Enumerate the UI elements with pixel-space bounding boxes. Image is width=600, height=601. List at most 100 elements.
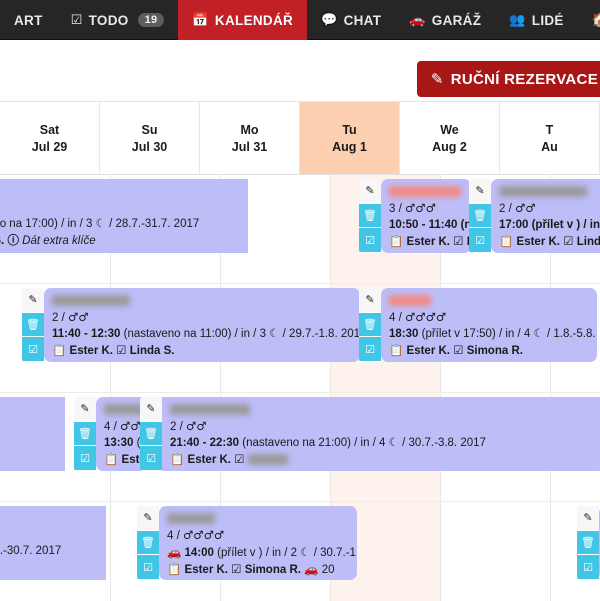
nav-item-kalendar[interactable]: 📅 KALENDÁŘ [178,0,308,40]
check-square-icon[interactable]: ☑ [359,337,381,362]
trash-icon[interactable]: 🗑 [577,530,599,556]
day-of-week: We [440,122,459,137]
trash-icon[interactable]: 🗑 [140,421,162,447]
redacted-guest-name [170,404,250,416]
event-staff: 📋 Ester K. ☑ Simona R. 🚗 20 [167,562,335,576]
day-of-week: Su [141,122,158,137]
event-staff [0,559,98,575]
trash-icon[interactable]: 🗑 [469,203,491,229]
check-square-icon[interactable]: ☑ [577,555,599,580]
users-icon: 👥 [509,12,526,28]
calendar-event[interactable]: ✎ 🗑 ☑ 4 / ♂♂♂♂ 🚗 14:00 (přílet v ) / in … [137,506,357,580]
edit-icon[interactable]: ✎ [137,506,159,531]
event-staff: 📋 Ester K. ☑ Linda S. [52,343,175,357]
calendar-event[interactable]: n / 3 ☾ / 27.7.-30.7. 2017 [0,506,106,580]
redacted-guest-name [389,295,431,307]
calendar-event[interactable]: ✎ 🗑 ☑ 4 / ♂♂♂♂ 18:30 (přílet v 17:50) / … [359,288,597,362]
event-guest-count: 2 / ♂♂ [52,310,89,324]
day-date: Aug 2 [432,139,467,154]
edit-icon[interactable]: ✎ [22,288,44,313]
day-column-header-today[interactable]: Tu Aug 1 [300,102,400,174]
day-date: Jul 31 [231,139,268,154]
redacted-guest-name [499,186,587,198]
event-detail: 11:40 - 12:30 (nastaveno na 11:00) / in … [52,328,360,340]
nav-item-todo[interactable]: ☑ TODO 19 [57,0,179,40]
calendar-day-header: Sat Jul 29 Su Jul 30 Mo Jul 31 Tu Aug 1 … [0,102,600,174]
nav-item-garaz[interactable]: 🚗 GARÁŽ [395,0,495,40]
trash-icon[interactable]: 🗑 [137,530,159,556]
check-square-icon[interactable]: ☑ [140,446,162,471]
redacted-staff-name [247,454,288,466]
event-body[interactable]: 2 / ♂♂ 21:40 - 22:30 (nastaveno na 21:00… [162,397,600,471]
calendar-event[interactable]: ✎ 🗑 ☑ [577,506,600,580]
day-of-week: Sat [39,122,60,137]
event-detail: n / 3 ☾ / 27.7.-30.7. 2017 [0,545,62,557]
edit-icon[interactable]: ✎ [140,397,162,422]
calendar-event[interactable]: 7. 20 bude [0,397,65,471]
check-square-icon[interactable]: ☑ [74,446,96,471]
grid-horizontal-line [0,283,600,284]
clipboard-icon: 📋 [389,234,404,248]
manual-reservation-button[interactable]: ✎ RUČNÍ REZERVACE [416,61,600,97]
calendar-event[interactable]: ✎ 🗑 ☑ 2 / ♂♂ 17:00 (přílet v ) / in / 6 … [469,179,600,253]
event-body[interactable]: ♂ (nastaveno na 17:00) / in / 3 ☾ / 28.7… [0,179,248,253]
clipboard-icon: 📋 [170,452,185,466]
check-square-icon: ☑ [234,452,245,466]
check-square-icon[interactable]: ☑ [22,337,44,362]
pencil-square-icon: ✎ [430,70,444,88]
day-column-header[interactable]: Su Jul 30 [100,102,200,174]
check-square-icon[interactable]: ☑ [137,555,159,580]
event-title [170,402,597,416]
nav-item-chat[interactable]: 💬 CHAT [307,0,395,40]
info-icon: ⓘ [7,233,19,247]
day-column-header[interactable]: We Aug 2 [400,102,500,174]
trash-icon[interactable]: 🗑 [74,421,96,447]
event-guest-count: 4 / ♂♂♂♂ [389,310,447,324]
edit-icon[interactable]: ✎ [359,179,381,204]
grid-horizontal-line [0,501,600,502]
trash-icon[interactable]: 🗑 [359,312,381,338]
clipboard-icon: 📋 [104,452,119,466]
event-body[interactable]: n / 3 ☾ / 27.7.-30.7. 2017 [0,506,106,580]
day-date: Aug 1 [332,139,367,154]
calendar-event[interactable]: ♂ (nastaveno na 17:00) / in / 3 ☾ / 28.7… [0,179,248,253]
check-square-icon: ☑ [70,12,83,28]
edit-icon[interactable]: ✎ [577,506,599,531]
event-title [0,511,98,525]
edit-icon[interactable]: ✎ [359,288,381,313]
car-icon: 🚗 [304,562,319,576]
event-guest-count: 2 / ♂♂ [499,201,536,215]
trash-icon[interactable]: 🗑 [22,312,44,338]
check-square-icon[interactable]: ☑ [359,228,381,253]
calendar: Sat Jul 29 Su Jul 30 Mo Jul 31 Tu Aug 1 … [0,101,600,601]
event-actions: ✎ 🗑 ☑ [359,288,381,362]
event-body[interactable]: 4 / ♂♂♂♂ 🚗 14:00 (přílet v ) / in / 2 ☾ … [159,506,357,580]
toolbar: ✎ RUČNÍ REZERVACE [0,40,600,101]
edit-icon[interactable]: ✎ [469,179,491,204]
calendar-event[interactable]: ✎ 🗑 ☑ 2 / ♂♂ 11:40 - 12:30 (nastaveno na… [22,288,360,362]
edit-icon[interactable]: ✎ [74,397,96,422]
trash-icon[interactable]: 🗑 [359,203,381,229]
nav-item-start[interactable]: ART [0,0,57,40]
clipboard-icon: 📋 [52,343,67,357]
event-body[interactable]: 7. 20 bude [0,397,65,471]
event-body[interactable]: 4 / ♂♂♂♂ 18:30 (přílet v 17:50) / in / 4… [381,288,597,362]
calendar-event[interactable]: ✎ 🗑 ☑ 2 / ♂♂ 21:40 - 22:30 (nastaveno na… [140,397,600,471]
event-actions: ✎ 🗑 ☑ [74,397,96,471]
event-detail: 21:40 - 22:30 (nastaveno na 21:00) / in … [170,437,486,449]
day-column-header[interactable]: T Au [500,102,600,174]
clipboard-icon: 📋 [389,343,404,357]
nav-item-nabidky[interactable]: 🏠 NABÍDKY [578,0,600,40]
grid-horizontal-line [0,392,600,393]
check-square-icon[interactable]: ☑ [469,228,491,253]
day-column-header[interactable]: Sat Jul 29 [0,102,100,174]
event-body[interactable]: 3 / ♂♂♂ 10:50 - 11:40 (nas 📋 Ester K. ☑ … [381,179,471,253]
calendar-event[interactable]: ✎ 🗑 ☑ 3 / ♂♂♂ 10:50 - 11:40 (nas 📋 Ester… [359,179,471,253]
event-body[interactable]: 2 / ♂♂ 17:00 (přílet v ) / in / 6 ☾ 📋 Es… [491,179,600,253]
check-square-icon: ☑ [116,343,127,357]
nav-item-label: LIDÉ [531,12,564,28]
day-column-header[interactable]: Mo Jul 31 [200,102,300,174]
nav-item-lide[interactable]: 👥 LIDÉ [495,0,577,40]
event-body[interactable]: 2 / ♂♂ 11:40 - 12:30 (nastaveno na 11:00… [44,288,360,362]
day-date: Au [541,139,558,154]
